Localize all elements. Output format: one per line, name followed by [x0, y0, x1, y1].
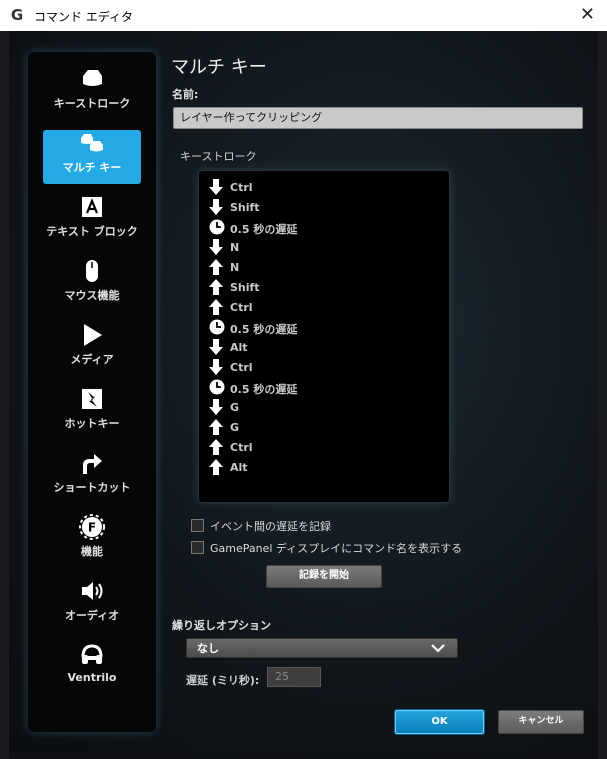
sidebar-item-label: Ventrilo [67, 671, 117, 684]
keystroke-text: 0.5 秒の遅延 [230, 383, 298, 396]
ok-button[interactable]: OK [395, 710, 484, 734]
arrow-down-icon [209, 399, 223, 415]
sidebar-item-label: キーストローク [53, 97, 131, 110]
keystroke-text: 0.5 秒の遅延 [230, 323, 298, 336]
multi-key-icon [81, 134, 103, 152]
sidebar-item-ventrilo[interactable]: Ventrilo [43, 642, 141, 696]
sidebar-item-label: ホットキー [64, 417, 120, 430]
checkbox[interactable] [191, 519, 204, 532]
repeat-selected-value: なし [197, 642, 219, 655]
keystroke-text: Alt [230, 341, 248, 354]
keystroke-list[interactable]: Ctrl Shift 0.5 秒の遅延 N N Shift Ctrl 0.5 秒の遅延 Alt C… [198, 170, 450, 503]
function-icon: F [79, 514, 105, 540]
sidebar-item-audio[interactable]: オーディオ [43, 578, 141, 632]
name-label: 名前: [172, 88, 199, 101]
svg-text:F: F [88, 521, 96, 535]
sidebar-item-keystroke[interactable]: キーストローク [43, 66, 141, 120]
arrow-down-icon [209, 199, 223, 215]
headset-icon [81, 644, 103, 664]
sidebar-item-media[interactable]: メディア [43, 322, 141, 376]
keystroke-text: N [230, 241, 240, 254]
checkbox-label: GamePanel ディスプレイにコマンド名を表示する [210, 542, 463, 555]
hotkey-icon [82, 389, 102, 409]
repeat-options-select[interactable]: なし [186, 638, 458, 658]
shortcut-icon [83, 454, 102, 474]
clock-icon [209, 379, 225, 395]
sidebar-item-shortcut[interactable]: ショートカット [43, 450, 141, 504]
repeat-options-label: 繰り返しオプション [172, 619, 271, 632]
sidebar: キーストローク マルチ キー テキスト ブロック マウス機能 メディア ホットキ… [28, 52, 156, 732]
title-bar: G コマンド エディタ ✕ [0, 0, 607, 32]
keystroke-text: Ctrl [230, 301, 253, 314]
keystroke-text: G [230, 421, 240, 434]
speaker-icon [82, 582, 103, 600]
keystroke-text: Shift [230, 281, 260, 294]
checkbox[interactable] [191, 541, 204, 554]
checkbox-label: イベント間の遅延を記録 [210, 520, 331, 533]
keystroke-text: Ctrl [230, 181, 253, 194]
sidebar-item-text-block[interactable]: テキスト ブロック [43, 194, 141, 248]
sidebar-item-label: 機能 [81, 545, 103, 558]
command-editor-dialog: キーストローク マルチ キー テキスト ブロック マウス機能 メディア ホットキ… [9, 31, 598, 753]
background-app-edge [0, 31, 9, 759]
play-icon [84, 324, 102, 346]
sidebar-item-label: マウス機能 [64, 289, 120, 302]
sidebar-item-function[interactable]: F 機能 [43, 514, 141, 568]
clock-icon [209, 319, 225, 335]
key-icon [83, 70, 102, 86]
mouse-icon [86, 260, 98, 282]
text-block-icon [82, 197, 102, 217]
sidebar-item-mouse[interactable]: マウス機能 [43, 258, 141, 312]
keystroke-text: N [230, 261, 240, 274]
sidebar-item-label: メディア [70, 353, 114, 366]
page-title: マルチ キー [171, 57, 267, 78]
arrow-down-icon [209, 179, 223, 195]
keystroke-text: G [230, 401, 240, 414]
keystroke-text: Shift [230, 201, 260, 214]
keystroke-text: Ctrl [230, 361, 253, 374]
keystroke-text: Alt [230, 461, 248, 474]
sidebar-item-label: ショートカット [53, 481, 131, 494]
arrow-up-icon [209, 299, 223, 315]
sidebar-item-multi-key[interactable]: マルチ キー [43, 130, 141, 184]
chevron-down-icon [431, 644, 445, 653]
sidebar-item-label: マルチ キー [62, 161, 122, 174]
logitech-logo-icon: G [10, 6, 24, 24]
arrow-up-icon [209, 259, 223, 275]
start-recording-button[interactable]: 記録を開始 [266, 565, 382, 588]
cancel-button[interactable]: キャンセル [498, 710, 584, 734]
sidebar-item-hotkey[interactable]: ホットキー [43, 386, 141, 440]
delay-input[interactable]: 25 [267, 667, 321, 687]
window-title: コマンド エディタ [34, 10, 133, 24]
arrow-up-icon [209, 279, 223, 295]
arrow-down-icon [209, 339, 223, 355]
arrow-up-icon [209, 419, 223, 435]
arrow-down-icon [209, 359, 223, 375]
sidebar-item-label: テキスト ブロック [46, 225, 138, 238]
arrow-down-icon [209, 239, 223, 255]
delay-label: 遅延 (ミリ秒): [186, 674, 260, 687]
clock-icon [209, 219, 225, 235]
keystroke-text: 0.5 秒の遅延 [230, 223, 298, 236]
arrow-up-icon [209, 439, 223, 455]
keystroke-text: Ctrl [230, 441, 253, 454]
sidebar-item-label: オーディオ [64, 609, 120, 622]
close-icon[interactable]: ✕ [580, 4, 595, 25]
arrow-up-icon [209, 459, 223, 475]
background-app-edge [598, 31, 607, 759]
keystroke-label: キーストローク [180, 150, 257, 163]
name-input[interactable]: レイヤー作ってクリッピング [173, 107, 583, 129]
